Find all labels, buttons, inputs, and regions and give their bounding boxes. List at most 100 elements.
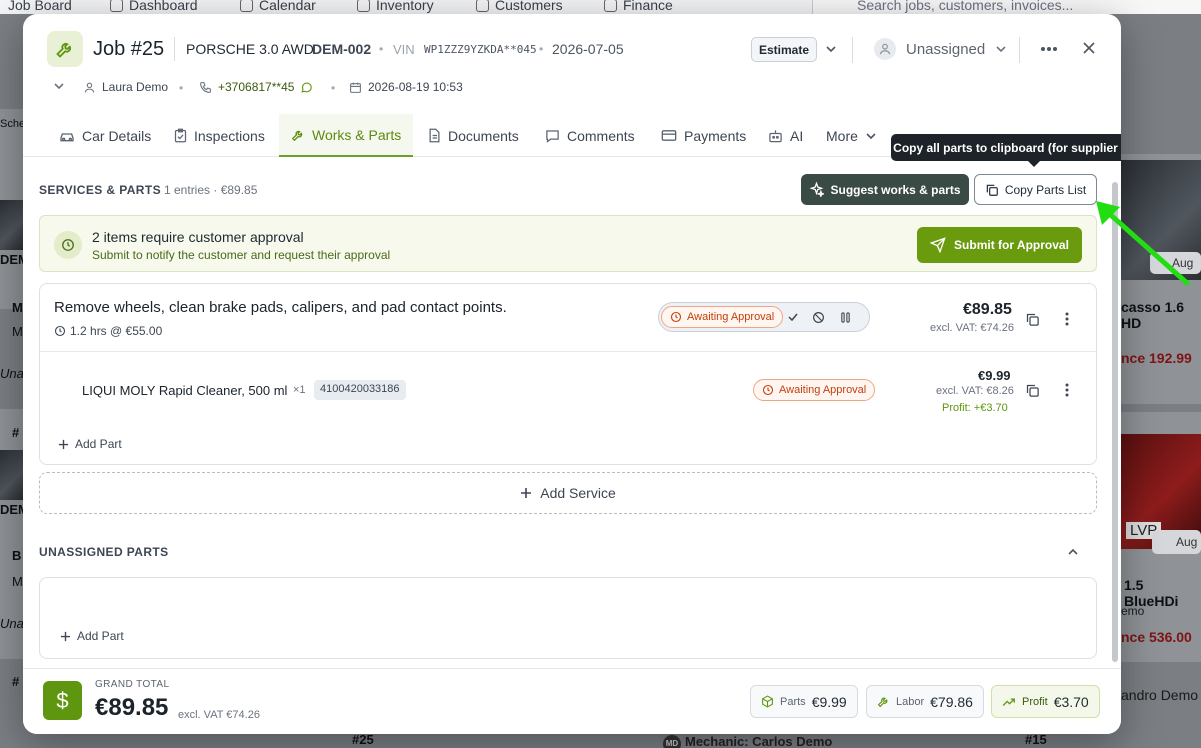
calendar-icon (240, 0, 253, 12)
inventory-icon (357, 0, 370, 12)
chevron-up-icon[interactable] (1063, 542, 1083, 562)
add-service-button[interactable]: Add Service (39, 472, 1097, 514)
approval-title: 2 items require customer approval (92, 229, 304, 245)
part-profit: Profit: +€3.70 (942, 402, 1008, 414)
grand-total-label: GRAND TOTAL (95, 679, 170, 690)
service-time: 1.2 hrs @ €55.00 (54, 324, 162, 338)
bg-search: Search jobs, customers, invoices... (812, 0, 1201, 14)
trending-up-icon (1002, 697, 1015, 706)
close-icon[interactable] (1079, 38, 1099, 58)
wrench-icon (877, 697, 888, 708)
bg-text: #25 (352, 732, 374, 747)
tab-car-details[interactable]: Car Details (59, 114, 151, 157)
phone-link[interactable]: +3706817**45 (199, 80, 313, 94)
footer-totals: $ GRAND TOTAL €89.85 excl. VAT €74.26 Pa… (23, 668, 1121, 734)
clipboard-icon (174, 128, 187, 143)
customers-icon (476, 0, 489, 12)
status-badge[interactable]: Awaiting Approval (753, 379, 876, 401)
separator-dot: • (539, 42, 544, 56)
add-part-button[interactable]: Add Part (58, 437, 122, 451)
assignee-label: Unassigned (906, 40, 986, 58)
copy-icon[interactable] (1021, 308, 1043, 330)
chevron-down-icon (866, 132, 876, 139)
bg-nav-inventory: Inventory (357, 0, 434, 13)
user-icon (874, 38, 896, 60)
submit-for-approval-button[interactable]: Submit for Approval (917, 227, 1082, 263)
suggest-works-button[interactable]: Suggest works & parts (801, 174, 969, 205)
bg-nav-job-board: Job Board (8, 0, 72, 13)
service-price: €89.85 (963, 301, 1012, 318)
services-parts-title: SERVICES & PARTS (39, 183, 161, 197)
wrench-icon (291, 130, 303, 141)
approval-banner: 2 items require customer approval Submit… (39, 215, 1097, 272)
job-date: 2026-07-05 (552, 41, 624, 57)
clock-icon (54, 231, 82, 259)
pause-icon[interactable] (836, 308, 854, 326)
bg-nav-dashboard: Dashboard (110, 0, 198, 13)
calendar-icon (350, 82, 361, 93)
add-unassigned-part-button[interactable]: Add Part (60, 629, 124, 643)
vin-value[interactable]: WP1ZZZ9YZKDA**045 (424, 43, 537, 56)
collapse-header-icon[interactable] (53, 80, 65, 92)
approval-subtitle: Submit to notify the customer and reques… (92, 248, 391, 262)
tab-payments[interactable]: Payments (661, 114, 746, 157)
credit-card-icon (661, 130, 677, 141)
annotation-arrow-icon (1096, 201, 1190, 286)
status-badge[interactable]: Awaiting Approval (661, 306, 784, 328)
separator-dot: • (331, 81, 336, 95)
estimate-status-button[interactable]: Estimate (751, 37, 817, 62)
dollar-icon: $ (43, 681, 82, 720)
copy-parts-list-button[interactable]: Copy Parts List (974, 174, 1097, 205)
tab-more[interactable]: More (826, 114, 877, 157)
clock-icon (670, 311, 682, 323)
bg-balance: nce 192.99 (1121, 350, 1192, 366)
decline-icon[interactable] (809, 308, 827, 326)
divider (1019, 37, 1020, 63)
bg-balance: nce 536.00 (1121, 629, 1192, 645)
phone-icon (200, 81, 211, 93)
part-qty: ×1 (293, 384, 306, 396)
service-name[interactable]: Remove wheels, clean brake pads, caliper… (54, 299, 507, 316)
approve-check-icon[interactable] (784, 308, 802, 326)
profit-total-chip: Profit €3.70 (991, 685, 1100, 718)
part-price: €9.99 (978, 368, 1011, 383)
tab-ai[interactable]: AI (768, 114, 803, 157)
more-options-icon[interactable] (1037, 38, 1061, 60)
labor-total-chip: Labor €79.86 (866, 685, 984, 718)
plus-icon (58, 439, 69, 449)
tab-comments[interactable]: Comments (545, 114, 635, 157)
whatsapp-icon[interactable] (300, 81, 313, 94)
chevron-down-icon (996, 46, 1006, 53)
appointment-date: 2026-08-19 10:53 (349, 80, 463, 94)
chevron-down-icon[interactable] (825, 43, 837, 55)
copy-icon[interactable] (1021, 379, 1043, 401)
customer-name: Laura Demo (102, 80, 169, 94)
kebab-menu-icon[interactable] (1057, 379, 1077, 401)
tab-works-parts[interactable]: Works & Parts (279, 114, 414, 157)
job-title: Job #25 (93, 38, 165, 60)
bg-text: MD Mechanic: Carlos Demo (663, 734, 832, 748)
plus-icon (521, 488, 532, 498)
kebab-menu-icon[interactable] (1057, 308, 1077, 330)
part-sku[interactable]: 4100420033186 (314, 380, 406, 400)
appointment-datetime: 2026-08-19 10:53 (368, 80, 463, 94)
vin-label: VIN (393, 42, 415, 57)
tab-inspections[interactable]: Inspections (174, 114, 265, 157)
bg-nav-finance: Finance (604, 0, 673, 13)
job-modal: Job #25 PORSCHE 3.0 AWD DEM-002 • VIN WP… (23, 14, 1121, 734)
part-excl-vat: excl. VAT: €8.26 (936, 385, 1014, 397)
part-name[interactable]: LIQUI MOLY Rapid Cleaner, 500 ml (82, 383, 287, 398)
dashboard-icon (110, 0, 123, 12)
document-icon (429, 128, 440, 143)
bg-nav-customers: Customers (476, 0, 563, 13)
background-nav: Job Board Dashboard Calendar Inventory C… (0, 0, 1201, 14)
clock-icon (762, 384, 774, 396)
customer-link[interactable]: Laura Demo (83, 80, 168, 94)
grand-total-value: €89.85 (95, 694, 169, 721)
unassigned-parts-box (39, 577, 1097, 659)
bg-text: emo (1121, 604, 1145, 618)
finance-icon (604, 0, 617, 12)
tab-documents[interactable]: Documents (428, 114, 519, 157)
assignee-selector[interactable]: Unassigned (874, 36, 1007, 62)
service-excl-vat: excl. VAT: €74.26 (930, 322, 1014, 334)
